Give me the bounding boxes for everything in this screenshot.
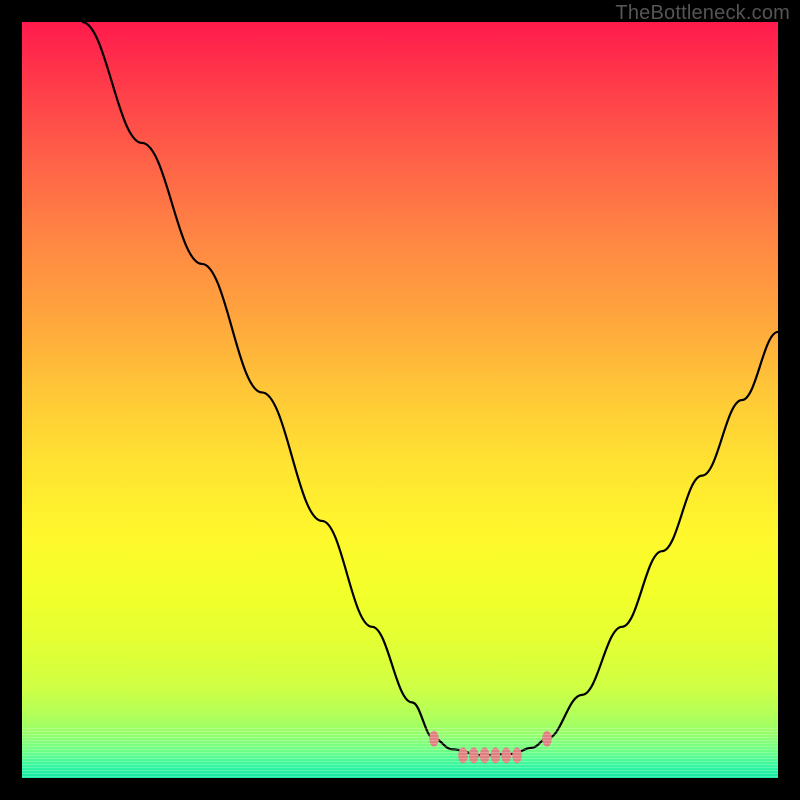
chart-container: TheBottleneck.com — [0, 0, 800, 800]
watermark-text: TheBottleneck.com — [615, 2, 790, 25]
valley-marker — [512, 747, 522, 763]
right-branch-curve — [547, 332, 778, 739]
left-branch-curve — [82, 22, 434, 739]
valley-marker — [429, 731, 439, 747]
plot-area — [22, 22, 778, 778]
valley-marker — [542, 731, 552, 747]
valley-floor-curve — [434, 739, 547, 756]
valley-marker — [458, 747, 468, 763]
valley-marker — [501, 747, 511, 763]
valley-marker — [491, 747, 501, 763]
curve-layer — [22, 22, 778, 778]
valley-marker — [469, 747, 479, 763]
valley-marker — [480, 747, 490, 763]
